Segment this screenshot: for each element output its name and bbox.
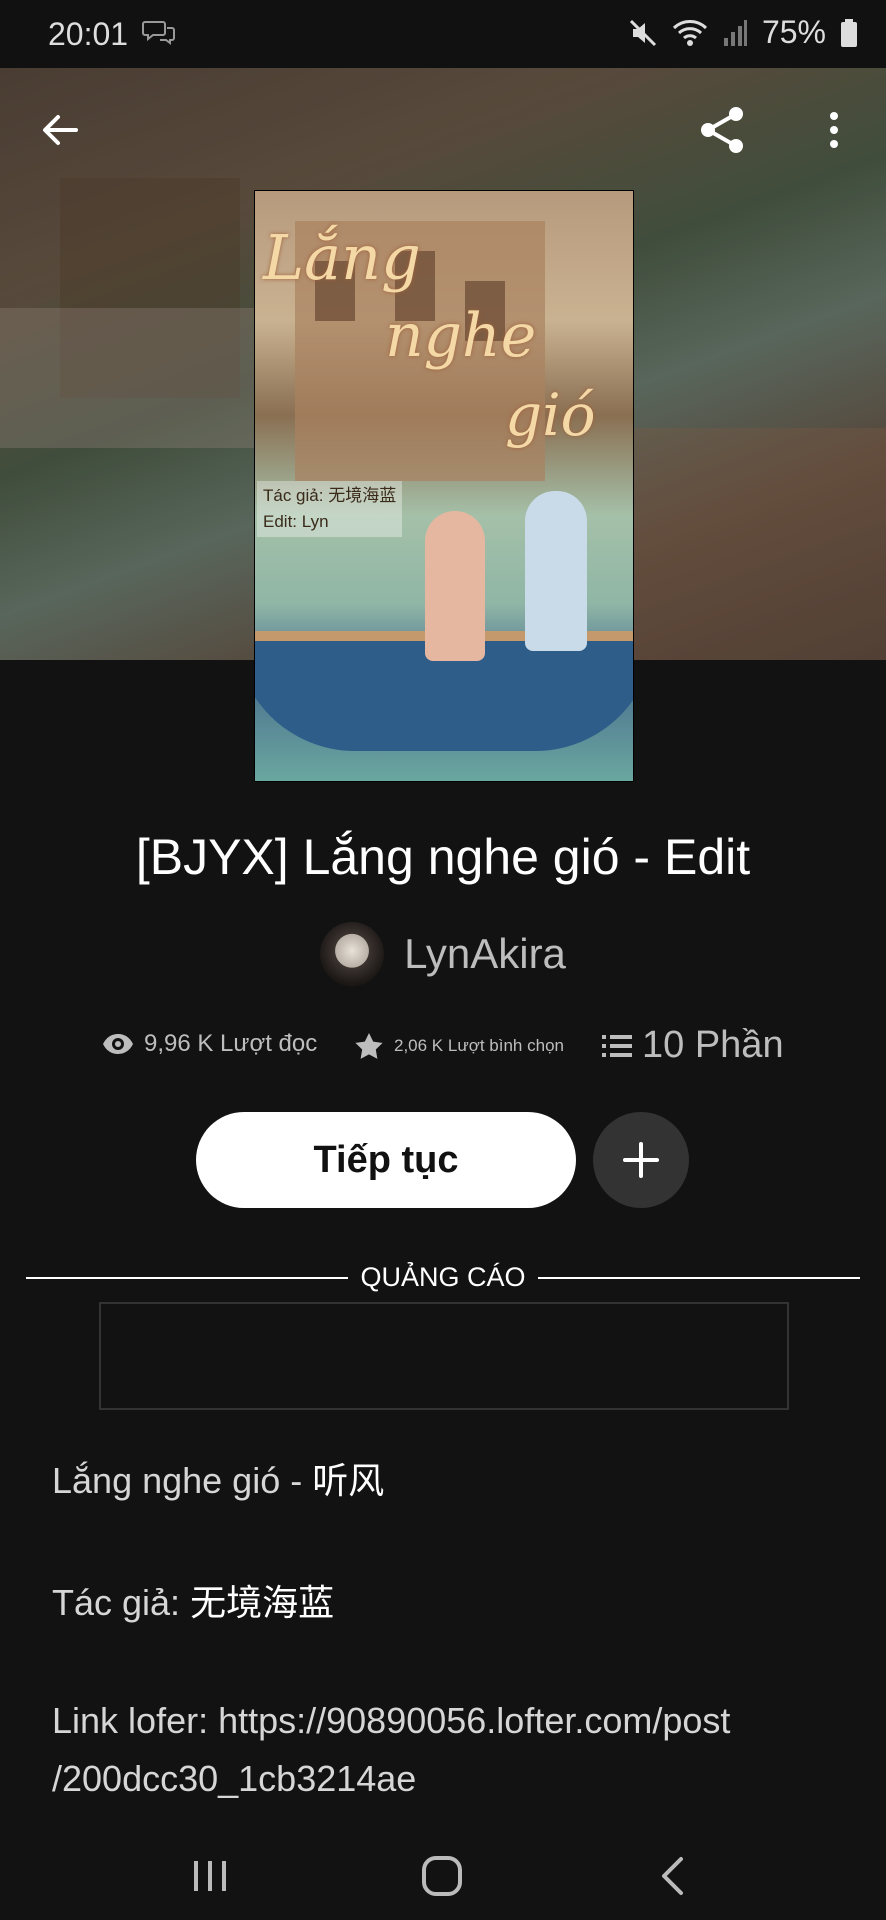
- description-title: Lắng nghe gió -: [52, 1460, 313, 1501]
- status-bar: 20:01 75%: [0, 0, 886, 68]
- description-link[interactable]: Link lofer: https://90890056.lofter.com/…: [52, 1692, 730, 1808]
- back-nav-button[interactable]: [642, 1848, 702, 1904]
- author-name[interactable]: LynAkira: [404, 930, 566, 978]
- more-button[interactable]: [804, 100, 864, 160]
- reads-count: 9,96 K Lượt đọc: [144, 1030, 318, 1057]
- cover-caption: Tác giả: 无境海蓝 Edit: Lyn: [257, 481, 403, 537]
- parts-stat[interactable]: 10 Phần: [602, 1024, 784, 1067]
- eye-icon: [103, 1034, 133, 1054]
- author-row[interactable]: LynAkira: [0, 922, 886, 986]
- avatar[interactable]: [320, 922, 385, 986]
- wifi-icon: [672, 19, 707, 46]
- cover-title-3: gió: [505, 381, 596, 449]
- cover-title-1: Lắng: [263, 221, 421, 294]
- reads-stat: 9,96 K Lượt đọc: [102, 1030, 317, 1058]
- description-link-line-1[interactable]: Link lofer: https://90890056.lofter.com/…: [52, 1692, 730, 1750]
- parts-count[interactable]: 10 Phần: [642, 1024, 784, 1067]
- ad-label: QUẢNG CÁO: [360, 1262, 526, 1292]
- cover-caption-author: Tác giả: 无境海蓝: [263, 486, 397, 505]
- share-button[interactable]: [692, 100, 752, 160]
- status-time: 20:01: [48, 16, 129, 52]
- list-icon: [602, 1034, 632, 1057]
- description-title-cn: 听风: [312, 1460, 385, 1501]
- recent-apps-icon: [194, 1861, 226, 1891]
- cover-title-2: nghe: [385, 301, 537, 371]
- story-title: [BJYX] Lắng nghe gió - Edit: [135, 829, 751, 885]
- votes-stat: 2,06 K Lượt bình chọn: [354, 1032, 564, 1060]
- battery-percent: 75%: [761, 14, 826, 50]
- ad-divider: QUẢNG CÁO: [0, 1260, 886, 1296]
- status-icons: 75%: [628, 14, 858, 51]
- add-to-library-button[interactable]: [593, 1112, 689, 1208]
- back-button[interactable]: [30, 100, 90, 160]
- more-vertical-icon: [830, 112, 838, 148]
- star-icon: [355, 1033, 383, 1059]
- description-line-2: Tác giả: 无境海蓝: [52, 1574, 334, 1632]
- ad-container[interactable]: [99, 1302, 789, 1410]
- chevron-left-icon: [662, 1857, 683, 1895]
- cover-caption-editor: Edit: Lyn: [263, 512, 329, 531]
- description-author-cn: 无境海蓝: [190, 1582, 335, 1623]
- description-line-1: Lắng nghe gió - 听风: [52, 1452, 384, 1510]
- description-author-label: Tác giả:: [52, 1582, 191, 1623]
- recent-apps-button[interactable]: [180, 1848, 240, 1904]
- mute-icon: [629, 19, 657, 46]
- system-nav-bar: [0, 1832, 886, 1920]
- signal-icon: [723, 19, 747, 46]
- chat-notification-icon: [142, 21, 175, 45]
- share-icon: [701, 107, 743, 153]
- description-link-line-2[interactable]: /200dcc30_1cb3214ae: [52, 1750, 730, 1808]
- plus-icon: [623, 1142, 659, 1178]
- story-cover[interactable]: Lắng nghe gió Tác giả: 无境海蓝 Edit: Lyn: [254, 190, 634, 782]
- votes-count: 2,06 K Lượt bình chọn: [394, 1036, 564, 1055]
- continue-reading-button[interactable]: Tiếp tục: [196, 1112, 576, 1208]
- back-arrow-icon: [43, 115, 78, 145]
- home-button[interactable]: [412, 1848, 472, 1904]
- home-icon: [422, 1856, 462, 1896]
- battery-icon: [841, 18, 857, 47]
